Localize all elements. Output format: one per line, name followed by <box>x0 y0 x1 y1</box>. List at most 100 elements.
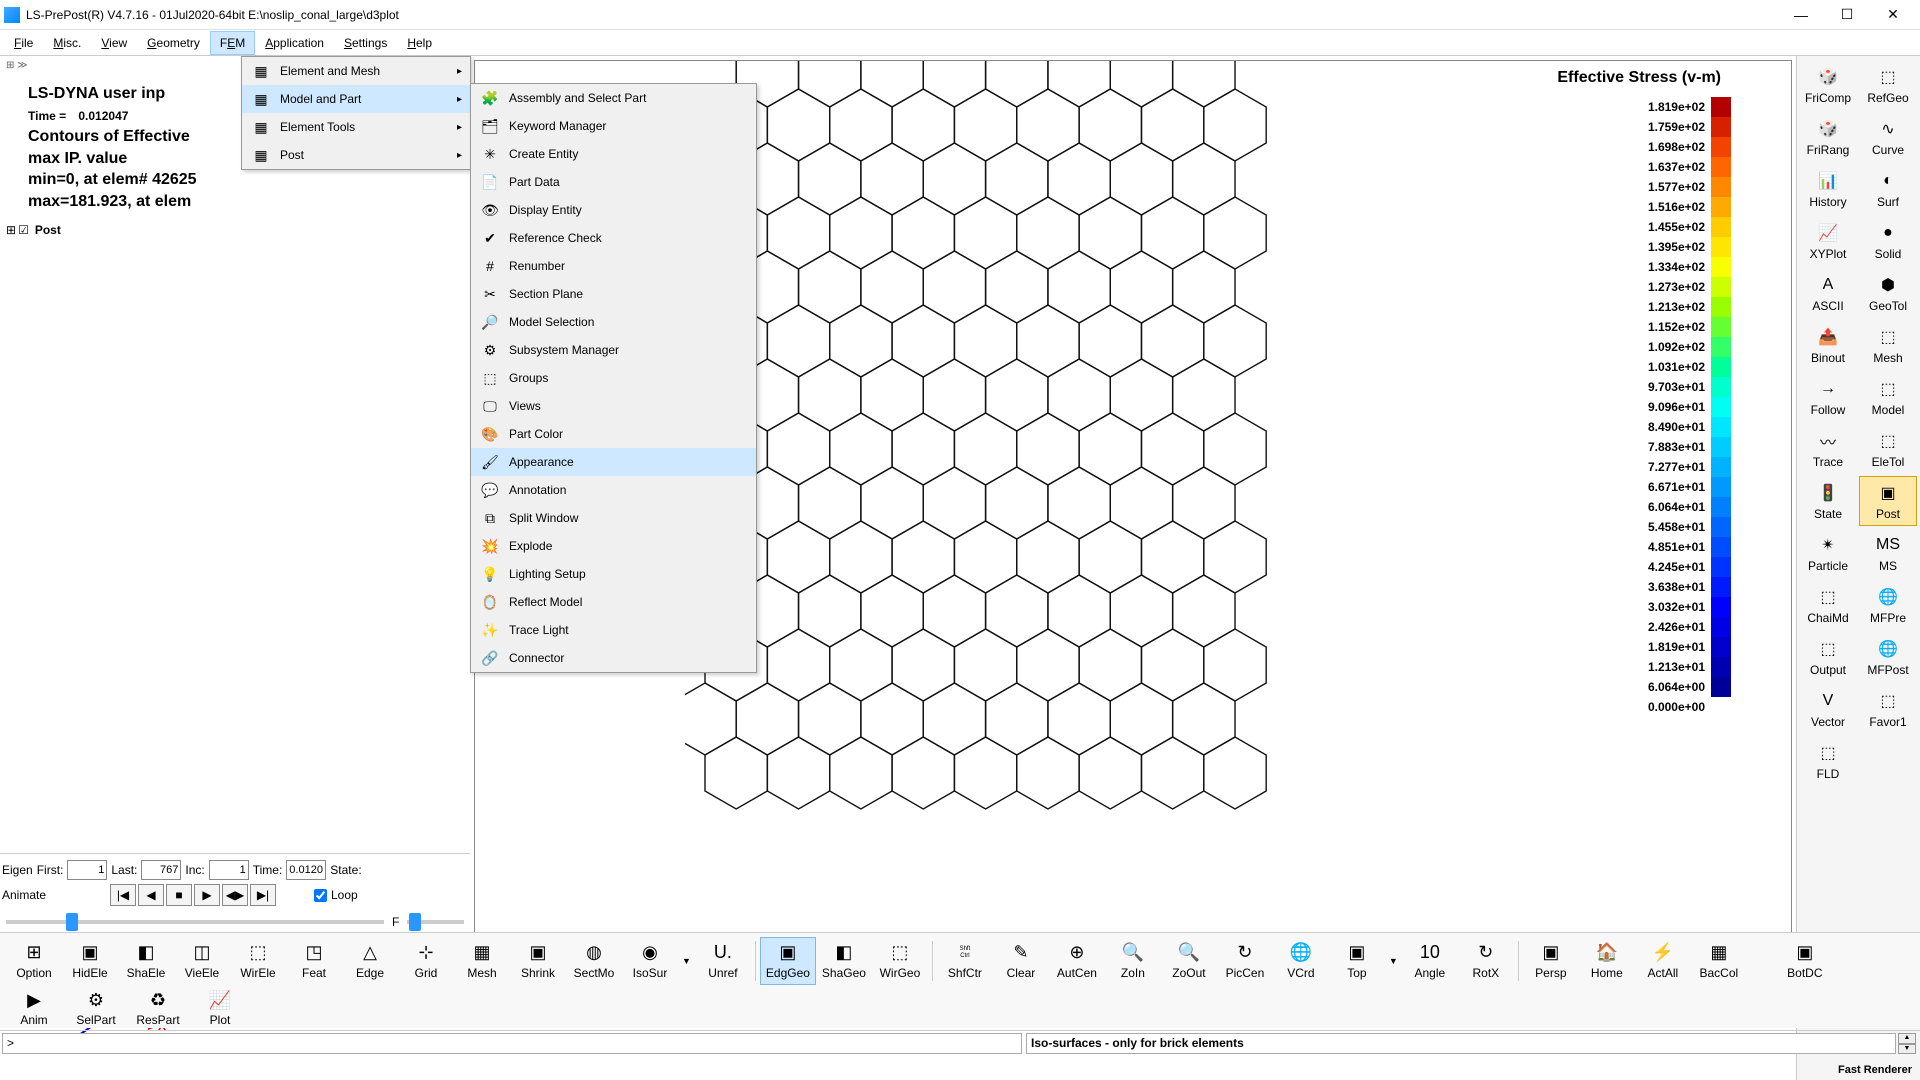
toolbtn-respart[interactable]: ♻ResPart <box>130 984 186 1032</box>
play-back-button[interactable]: ◀ <box>138 884 164 906</box>
toolbtn-rotx[interactable]: ↻RotX <box>1458 937 1514 985</box>
tool-curve[interactable]: ∿Curve <box>1859 112 1917 162</box>
submenu-reference-check[interactable]: ✔Reference Check <box>471 224 756 252</box>
toolbtn-anim[interactable]: ▶Anim <box>6 984 62 1032</box>
toolbtn-plot[interactable]: 📈Plot <box>192 984 248 1032</box>
stop-button[interactable]: ■ <box>166 884 192 906</box>
tool-geotol[interactable]: ⬢GeoTol <box>1859 268 1917 318</box>
toolbtn-wirele[interactable]: ⬚WirEle <box>230 937 286 985</box>
toolbtn-zoout[interactable]: 🔍ZoOut <box>1161 937 1217 985</box>
menu-help[interactable]: Help <box>397 31 442 55</box>
tool-solid[interactable]: ●Solid <box>1859 216 1917 266</box>
submenu-assembly-and-select-part[interactable]: 🧩Assembly and Select Part <box>471 84 756 112</box>
toolbtn-sectmo[interactable]: ◍SectMo <box>566 937 622 985</box>
submenu-subsystem-manager[interactable]: ⚙Subsystem Manager <box>471 336 756 364</box>
status-spin[interactable]: ▲▼ <box>1898 1033 1916 1054</box>
tool-mfpost[interactable]: 🌐MFPost <box>1859 632 1917 682</box>
submenu-connector[interactable]: 🔗Connector <box>471 644 756 672</box>
first-input[interactable] <box>67 860 107 880</box>
toolbtn-top[interactable]: ▣Top <box>1329 937 1385 985</box>
submenu-trace-light[interactable]: ✨Trace Light <box>471 616 756 644</box>
submenu-split-window[interactable]: ⧉Split Window <box>471 504 756 532</box>
submenu-views[interactable]: 🖵Views <box>471 392 756 420</box>
first-frame-button[interactable]: |◀ <box>110 884 136 906</box>
tool-frirang[interactable]: 🎲FriRang <box>1799 112 1857 162</box>
submenu-appearance[interactable]: 🖌Appearance <box>471 448 756 476</box>
toolbtn-wirgeo[interactable]: ⬚WirGeo <box>872 937 928 985</box>
toolbtn-home[interactable]: 🏠Home <box>1579 937 1635 985</box>
tool-output[interactable]: ⬚Output <box>1799 632 1857 682</box>
fem-menu-post[interactable]: ▦Post▸ <box>242 141 470 169</box>
submenu-part-data[interactable]: 📄Part Data <box>471 168 756 196</box>
submenu-renumber[interactable]: #Renumber <box>471 252 756 280</box>
last-input[interactable] <box>141 860 181 880</box>
toolbtn-clear[interactable]: ✎Clear <box>993 937 1049 985</box>
tool-state[interactable]: 🚦State <box>1799 476 1857 526</box>
tool-surf[interactable]: ◐Surf <box>1859 164 1917 214</box>
tool-follow[interactable]: →Follow <box>1799 372 1857 422</box>
submenu-part-color[interactable]: 🎨Part Color <box>471 420 756 448</box>
submenu-lighting-setup[interactable]: 💡Lighting Setup <box>471 560 756 588</box>
tree-expand-icon[interactable]: ⊞ <box>6 223 16 237</box>
tool-favor1[interactable]: ⬚Favor1 <box>1859 684 1917 734</box>
tool-refgeo[interactable]: ⬚RefGeo <box>1859 60 1917 110</box>
toolbtn-feat[interactable]: ◳Feat <box>286 937 342 985</box>
toolbar-more-arrow[interactable]: ▼ <box>678 956 695 966</box>
submenu-annotation[interactable]: 💬Annotation <box>471 476 756 504</box>
tree-item-post[interactable]: Post <box>35 223 61 237</box>
tree-checkbox[interactable]: ☑ <box>18 223 29 237</box>
toolbtn-selpart[interactable]: ⚙SelPart <box>68 984 124 1032</box>
tool-history[interactable]: 📊History <box>1799 164 1857 214</box>
tool-mesh[interactable]: ⬚Mesh <box>1859 320 1917 370</box>
toolbtn-grid[interactable]: ⊹Grid <box>398 937 454 985</box>
toolbtn-persp[interactable]: ▣Persp <box>1523 937 1579 985</box>
submenu-reflect-model[interactable]: 🪞Reflect Model <box>471 588 756 616</box>
submenu-model-selection[interactable]: 🔎Model Selection <box>471 308 756 336</box>
submenu-section-plane[interactable]: ✂Section Plane <box>471 280 756 308</box>
toolbtn-angle[interactable]: 10Angle <box>1402 937 1458 985</box>
minimize-button[interactable]: — <box>1778 0 1824 30</box>
menu-application[interactable]: Application <box>255 31 334 55</box>
tool-fld[interactable]: ⬚FLD <box>1799 736 1857 786</box>
toolbtn-edge[interactable]: △Edge <box>342 937 398 985</box>
fem-menu-model-and-part[interactable]: ▦Model and Part▸ <box>242 85 470 113</box>
menu-view[interactable]: View <box>91 31 137 55</box>
toolbtn-shageo[interactable]: ◧ShaGeo <box>816 937 872 985</box>
tool-post[interactable]: ▣Post <box>1859 476 1917 526</box>
play-forward-button[interactable]: ▶ <box>194 884 220 906</box>
tool-particle[interactable]: ✴Particle <box>1799 528 1857 578</box>
submenu-groups[interactable]: ⬚Groups <box>471 364 756 392</box>
tool-ascii[interactable]: AASCII <box>1799 268 1857 318</box>
toolbtn-shaele[interactable]: ◧ShaEle <box>118 937 174 985</box>
time-slider[interactable] <box>6 920 384 924</box>
toolbtn-botdc[interactable]: ▣BotDC <box>1777 937 1833 985</box>
toolbtn-mesh[interactable]: ▦Mesh <box>454 937 510 985</box>
toolbtn-isosur[interactable]: ◉IsoSur <box>622 937 678 985</box>
toolbtn-baccol[interactable]: ▦BacCol <box>1691 937 1747 985</box>
toolbtn-option[interactable]: ⊞Option <box>6 937 62 985</box>
tool-binout[interactable]: 📤Binout <box>1799 320 1857 370</box>
submenu-create-entity[interactable]: ✳Create Entity <box>471 140 756 168</box>
menu-misc[interactable]: Misc. <box>43 31 91 55</box>
maximize-button[interactable]: ☐ <box>1824 0 1870 30</box>
toolbtn-unref[interactable]: U.Unref <box>695 937 751 985</box>
toolbtn-shfctr[interactable]: ShftCtrlShfCtr <box>937 937 993 985</box>
toolbtn-hidele[interactable]: ▣HidEle <box>62 937 118 985</box>
tool-xyplot[interactable]: 📈XYPlot <box>1799 216 1857 266</box>
tool-fricomp[interactable]: 🎲FriComp <box>1799 60 1857 110</box>
toolbtn-edggeo[interactable]: ▣EdgGeo <box>760 937 816 985</box>
fem-menu-element-and-mesh[interactable]: ▦Element and Mesh▸ <box>242 57 470 85</box>
speed-slider[interactable] <box>407 920 464 924</box>
submenu-keyword-manager[interactable]: 🗂Keyword Manager <box>471 112 756 140</box>
toolbtn-shrink[interactable]: ▣Shrink <box>510 937 566 985</box>
menu-geometry[interactable]: Geometry <box>137 31 210 55</box>
toolbtn-vcrd[interactable]: 🌐VCrd <box>1273 937 1329 985</box>
toolbtn-actall[interactable]: ⚡ActAll <box>1635 937 1691 985</box>
menu-settings[interactable]: Settings <box>334 31 397 55</box>
toolbtn-zoin[interactable]: 🔍ZoIn <box>1105 937 1161 985</box>
tool-mfpre[interactable]: 🌐MFPre <box>1859 580 1917 630</box>
toolbtn-autcen[interactable]: ⊕AutCen <box>1049 937 1105 985</box>
time-input[interactable] <box>286 860 326 880</box>
tool-eletol[interactable]: ⬚EleTol <box>1859 424 1917 474</box>
tool-ms[interactable]: MSMS <box>1859 528 1917 578</box>
